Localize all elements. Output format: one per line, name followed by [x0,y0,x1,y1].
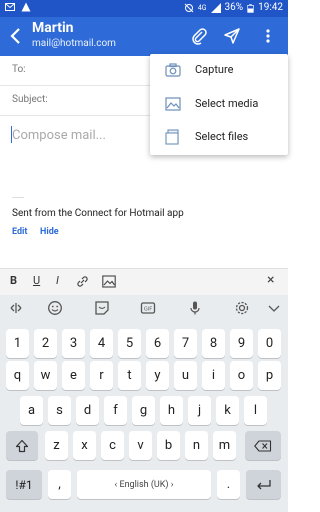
svg-text:GIF: GIF [144,307,152,313]
key-e[interactable]: e [62,361,85,390]
signature-text: Sent from the Connect for Hotmail app [12,208,184,219]
emoji-icon[interactable] [47,300,63,316]
to-label: To: [12,64,26,75]
signature-separator [12,197,24,198]
compose-body-input[interactable]: Compose mail... [12,128,106,143]
key-5[interactable]: 5 [118,329,141,358]
battery-icon [247,3,254,13]
edit-signature-link[interactable]: Edit [12,227,27,237]
attach-icon[interactable] [190,27,208,45]
space-key-language: English (UK) [119,479,169,490]
key-6[interactable]: 6 [146,329,169,358]
menu-item-select-media[interactable]: Select media [150,88,288,121]
key-p[interactable]: p [258,361,281,390]
key-t[interactable]: t [118,361,141,390]
alarm-mute-icon [184,3,194,13]
key-3[interactable]: 3 [62,329,85,358]
send-icon[interactable] [223,27,241,45]
backspace-key[interactable] [245,431,281,460]
key-0[interactable]: 0 [258,329,281,358]
key-h[interactable]: h [160,396,183,425]
subject-label: Subject: [12,94,48,105]
compose-header: Martin mail@hotmail.com [0,17,288,56]
key-k[interactable]: k [216,396,239,425]
cursor-move-icon[interactable] [8,300,24,316]
menu-item-label: Select files [195,130,249,143]
shift-icon [15,439,29,452]
battery-percent: 36% [224,2,244,13]
underline-button[interactable]: U [33,274,40,287]
key-4[interactable]: 4 [90,329,113,358]
attachment-menu: Capture Select media Select files [150,54,288,155]
key-b[interactable]: b [157,431,180,460]
key-y[interactable]: y [146,361,169,390]
key-f[interactable]: f [104,396,127,425]
warning-icon [21,2,31,12]
symbols-key[interactable]: !#1 [6,470,42,499]
key-m[interactable]: m [213,431,236,460]
key-n[interactable]: n [185,431,208,460]
contact-email: mail@hotmail.com [32,38,116,49]
backspace-icon [254,439,272,452]
enter-icon [256,479,271,489]
space-key-label: ‹ English (UK) › [114,479,174,490]
insert-image-icon[interactable] [102,275,116,288]
menu-item-capture[interactable]: Capture [150,54,288,87]
link-icon[interactable] [76,275,89,288]
enter-key[interactable] [246,470,281,499]
key-x[interactable]: x [73,431,96,460]
network-type: 4G [197,4,207,12]
key-7[interactable]: 7 [174,329,197,358]
signal-icon [210,3,221,13]
bold-button[interactable]: B [10,274,17,287]
gif-icon[interactable]: GIF [140,300,156,316]
key-w[interactable]: w [34,361,57,390]
formatting-toolbar: B U I × [0,268,288,295]
soft-keyboard: GIF 1 2 3 4 5 6 7 8 9 0 q w e r t y u i … [0,295,288,512]
close-toolbar-button[interactable]: × [267,272,274,288]
space-key[interactable]: ‹ English (UK) › [77,470,211,499]
key-s[interactable]: s [48,396,71,425]
camera-icon [165,63,181,77]
key-a[interactable]: a [20,396,43,425]
microphone-icon[interactable] [187,300,203,316]
comma-key[interactable]: , [48,470,71,499]
more-options-icon[interactable] [262,27,274,45]
clock: 19:42 [258,2,283,13]
email-notification-icon [5,3,15,11]
hide-signature-link[interactable]: Hide [40,227,59,237]
menu-item-select-files[interactable]: Select files [150,121,288,154]
key-2[interactable]: 2 [34,329,57,358]
contact-name: Martin [32,20,74,36]
image-icon [165,97,181,111]
key-9[interactable]: 9 [230,329,253,358]
key-u[interactable]: u [174,361,197,390]
menu-item-label: Capture [195,63,234,76]
key-c[interactable]: c [101,431,124,460]
files-icon [165,129,179,145]
sticker-icon[interactable] [94,300,110,316]
key-1[interactable]: 1 [6,329,29,358]
back-arrow-icon[interactable] [6,25,26,47]
keyboard-toolbar: GIF [0,295,288,321]
italic-button[interactable]: I [56,274,59,287]
key-r[interactable]: r [90,361,113,390]
shift-key[interactable] [6,431,38,460]
key-8[interactable]: 8 [202,329,225,358]
period-key[interactable]: . [217,470,240,499]
key-g[interactable]: g [132,396,155,425]
key-j[interactable]: j [188,396,211,425]
key-d[interactable]: d [76,396,99,425]
key-o[interactable]: o [230,361,253,390]
key-v[interactable]: v [129,431,152,460]
chevron-down-icon[interactable] [266,300,282,316]
key-l[interactable]: l [244,396,267,425]
key-i[interactable]: i [202,361,225,390]
menu-item-label: Select media [195,97,259,110]
settings-gear-icon[interactable] [234,300,250,316]
key-q[interactable]: q [6,361,29,390]
key-z[interactable]: z [45,431,68,460]
status-bar: 4G 36% 19:42 [0,0,288,17]
